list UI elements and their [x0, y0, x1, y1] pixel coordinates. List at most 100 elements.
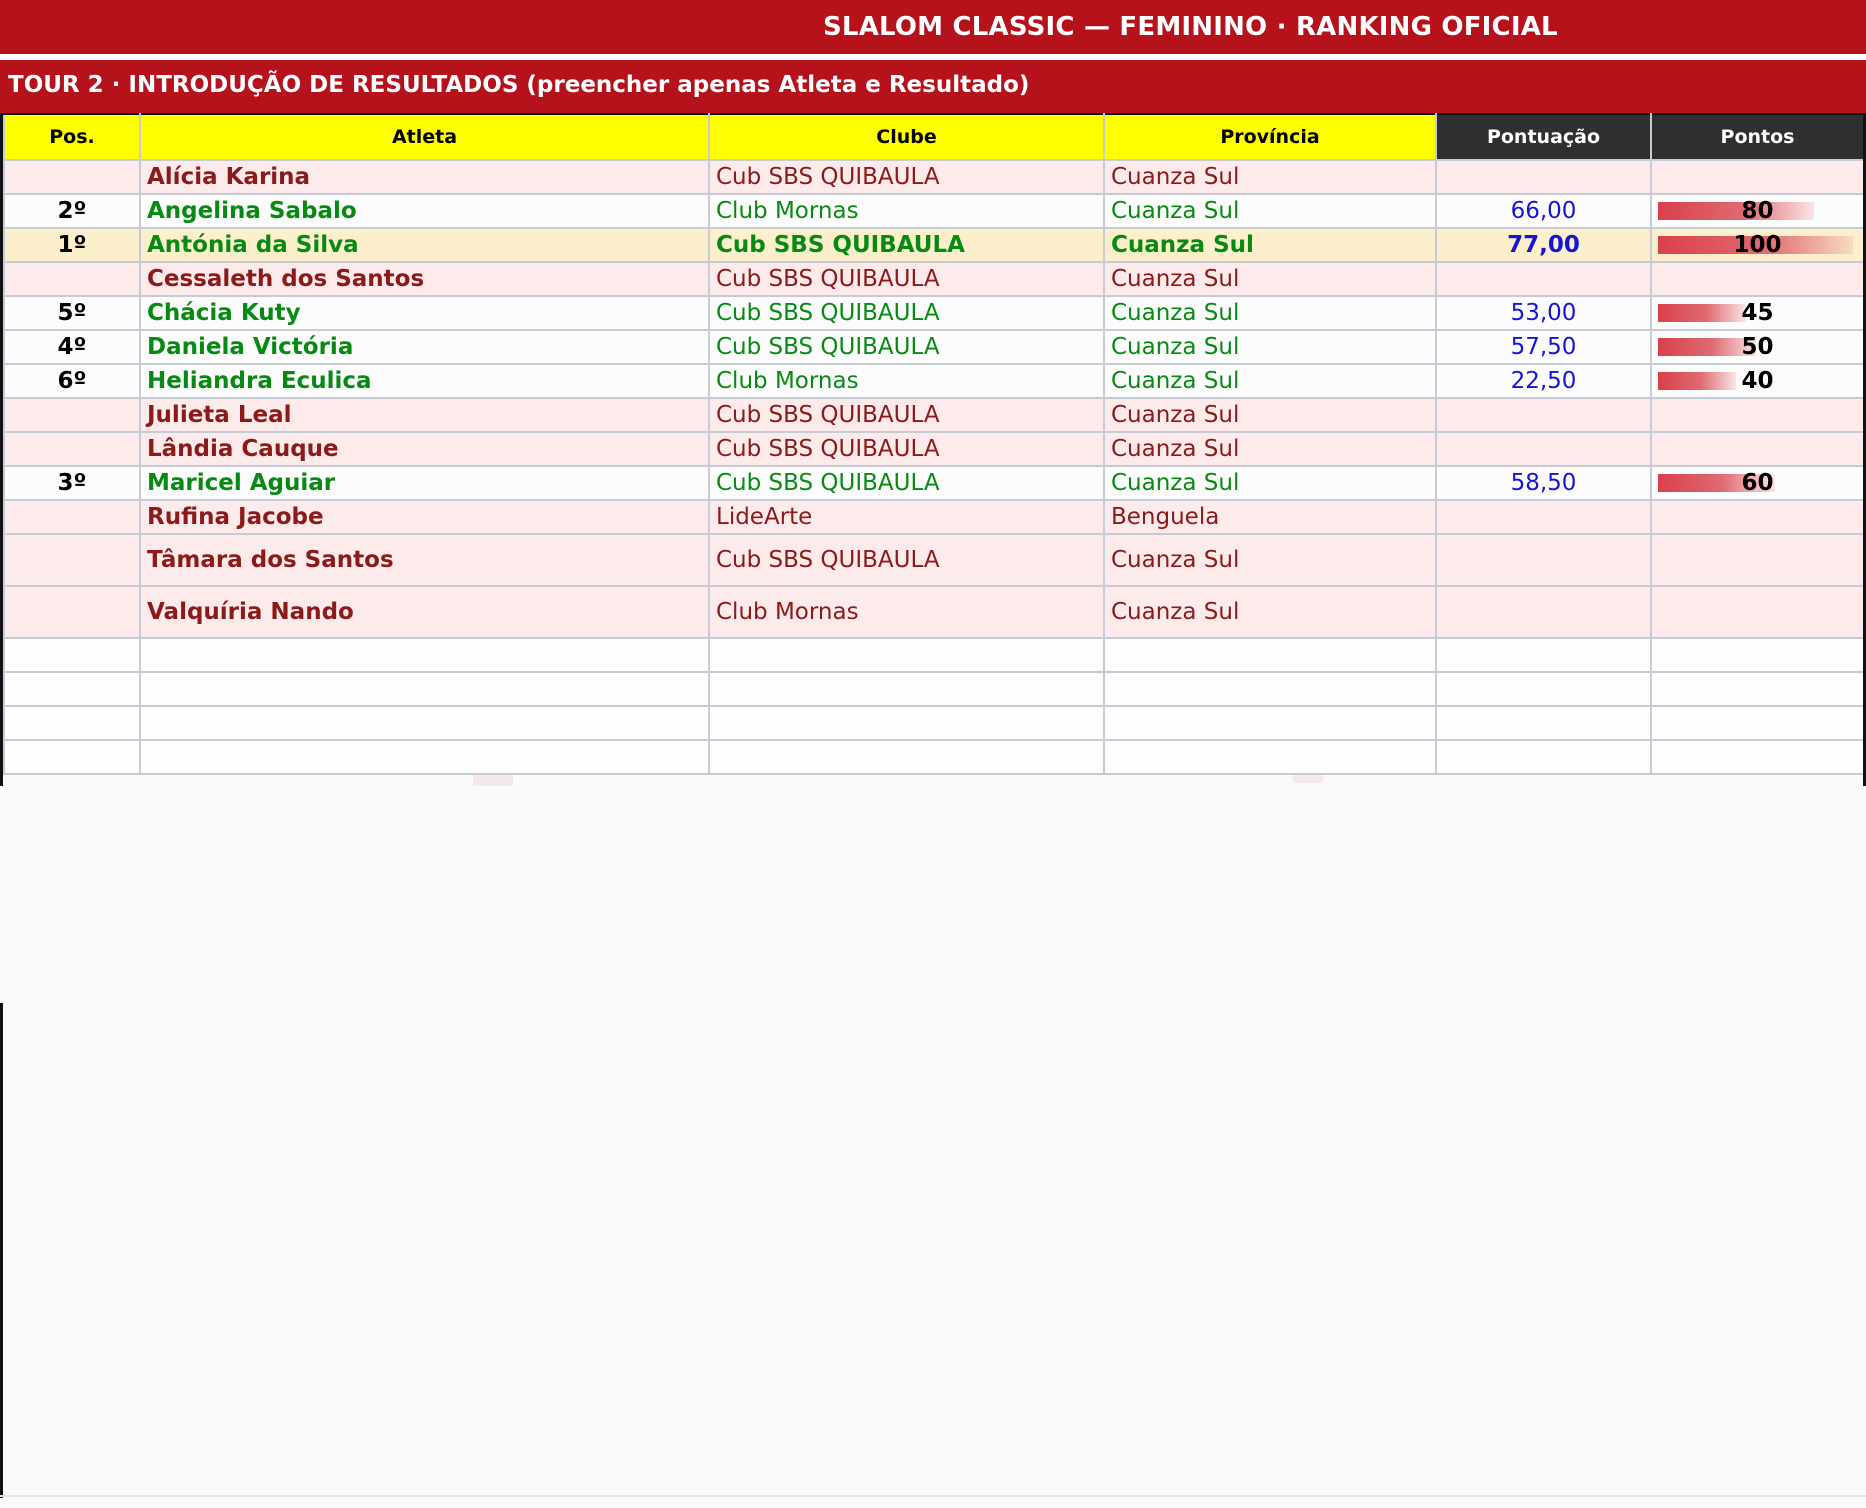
- club-cell[interactable]: Club Mornas: [708, 193, 1105, 229]
- points-cell[interactable]: [1650, 533, 1863, 587]
- pos-cell[interactable]: 3º: [3, 465, 141, 501]
- province-cell[interactable]: Cuanza Sul: [1103, 227, 1437, 263]
- club-cell[interactable]: LideArte: [708, 499, 1105, 535]
- empty-cell[interactable]: [1650, 637, 1863, 673]
- empty-cell[interactable]: [1103, 671, 1437, 707]
- province-cell[interactable]: Cuanza Sul: [1103, 533, 1437, 587]
- province-cell[interactable]: Cuanza Sul: [1103, 329, 1437, 365]
- club-cell[interactable]: Cub SBS QUIBAULA: [708, 261, 1105, 297]
- table-row[interactable]: Lândia Cauque Cub SBS QUIBAULA Cuanza Sul: [3, 431, 1863, 467]
- points-cell[interactable]: [1650, 261, 1863, 297]
- athlete-cell[interactable]: Cessaleth dos Santos: [139, 261, 710, 297]
- score-cell[interactable]: [1435, 585, 1652, 639]
- column-header-province[interactable]: Província: [1103, 113, 1437, 161]
- pos-cell[interactable]: [3, 585, 141, 639]
- table-row[interactable]: 5º Chácia Kuty Cub SBS QUIBAULA Cuanza Sul 5…: [3, 295, 1863, 331]
- table-row[interactable]: Rufina Jacobe LideArte Benguela: [3, 499, 1863, 535]
- column-header-score[interactable]: Pontuação: [1435, 113, 1652, 161]
- points-cell[interactable]: 40: [1650, 363, 1863, 399]
- points-cell[interactable]: 45: [1650, 295, 1863, 331]
- table-row[interactable]: 6º Heliandra Eculica Club Mornas Cuanza Sul…: [3, 363, 1863, 399]
- empty-cell[interactable]: [1435, 637, 1652, 673]
- province-cell[interactable]: Cuanza Sul: [1103, 431, 1437, 467]
- pos-cell[interactable]: 5º: [3, 295, 141, 331]
- empty-cell[interactable]: [1650, 671, 1863, 707]
- club-cell[interactable]: Cub SBS QUIBAULA: [708, 533, 1105, 587]
- empty-cell[interactable]: [3, 671, 141, 707]
- empty-cell[interactable]: [1435, 739, 1652, 775]
- pos-cell[interactable]: [3, 533, 141, 587]
- column-header-pos[interactable]: Pos.: [3, 113, 141, 161]
- empty-cell[interactable]: [1650, 705, 1863, 741]
- table-row[interactable]: Valquíria Nando Club Mornas Cuanza Sul: [3, 585, 1863, 639]
- table-row[interactable]: Julieta Leal Cub SBS QUIBAULA Cuanza Sul: [3, 397, 1863, 433]
- pos-cell[interactable]: 1º: [3, 227, 141, 263]
- pos-cell[interactable]: [3, 261, 141, 297]
- table-row[interactable]: 2º Angelina Sabalo Club Mornas Cuanza Sul 66…: [3, 193, 1863, 229]
- club-cell[interactable]: Club Mornas: [708, 363, 1105, 399]
- score-cell[interactable]: [1435, 159, 1652, 195]
- empty-row[interactable]: [3, 705, 1863, 741]
- table-row[interactable]: 1º Antónia da Silva Cub SBS QUIBAULA Cuanza…: [3, 227, 1863, 263]
- pos-cell[interactable]: 6º: [3, 363, 141, 399]
- empty-row[interactable]: [3, 739, 1863, 775]
- empty-cell[interactable]: [139, 739, 710, 775]
- province-cell[interactable]: Benguela: [1103, 499, 1437, 535]
- score-cell[interactable]: [1435, 499, 1652, 535]
- column-header-athlete[interactable]: Atleta: [139, 113, 710, 161]
- province-cell[interactable]: Cuanza Sul: [1103, 397, 1437, 433]
- athlete-cell[interactable]: Maricel Aguiar: [139, 465, 710, 501]
- empty-cell[interactable]: [708, 705, 1105, 741]
- points-cell[interactable]: [1650, 159, 1863, 195]
- points-cell[interactable]: [1650, 431, 1863, 467]
- province-cell[interactable]: Cuanza Sul: [1103, 585, 1437, 639]
- empty-cell[interactable]: [708, 637, 1105, 673]
- table-row[interactable]: 3º Maricel Aguiar Cub SBS QUIBAULA Cuanza S…: [3, 465, 1863, 501]
- points-cell[interactable]: 50: [1650, 329, 1863, 365]
- empty-cell[interactable]: [1435, 705, 1652, 741]
- pos-cell[interactable]: [3, 431, 141, 467]
- club-cell[interactable]: Cub SBS QUIBAULA: [708, 329, 1105, 365]
- athlete-cell[interactable]: Julieta Leal: [139, 397, 710, 433]
- score-cell[interactable]: 66,00: [1435, 193, 1652, 229]
- athlete-cell[interactable]: Valquíria Nando: [139, 585, 710, 639]
- pos-cell[interactable]: 4º: [3, 329, 141, 365]
- table-row[interactable]: Tâmara dos Santos Cub SBS QUIBAULA Cuanza …: [3, 533, 1863, 587]
- empty-cell[interactable]: [139, 637, 710, 673]
- table-row[interactable]: Alícia Karina Cub SBS QUIBAULA Cuanza Sul: [3, 159, 1863, 195]
- club-cell[interactable]: Cub SBS QUIBAULA: [708, 227, 1105, 263]
- score-cell[interactable]: 58,50: [1435, 465, 1652, 501]
- athlete-cell[interactable]: Heliandra Eculica: [139, 363, 710, 399]
- athlete-cell[interactable]: Chácia Kuty: [139, 295, 710, 331]
- empty-row[interactable]: [3, 671, 1863, 707]
- score-cell[interactable]: 77,00: [1435, 227, 1652, 263]
- club-cell[interactable]: Club Mornas: [708, 585, 1105, 639]
- points-cell[interactable]: 80: [1650, 193, 1863, 229]
- empty-cell[interactable]: [708, 739, 1105, 775]
- points-cell[interactable]: [1650, 585, 1863, 639]
- province-cell[interactable]: Cuanza Sul: [1103, 465, 1437, 501]
- table-row[interactable]: 4º Daniela Victória Cub SBS QUIBAULA Cuanza…: [3, 329, 1863, 365]
- points-cell[interactable]: [1650, 397, 1863, 433]
- pos-cell[interactable]: 2º: [3, 193, 141, 229]
- empty-cell[interactable]: [708, 671, 1105, 707]
- athlete-cell[interactable]: Angelina Sabalo: [139, 193, 710, 229]
- score-cell[interactable]: [1435, 431, 1652, 467]
- empty-cell[interactable]: [1103, 705, 1437, 741]
- score-cell[interactable]: [1435, 261, 1652, 297]
- pos-cell[interactable]: [3, 499, 141, 535]
- empty-row[interactable]: [3, 637, 1863, 673]
- empty-cell[interactable]: [1650, 739, 1863, 775]
- score-cell[interactable]: 57,50: [1435, 329, 1652, 365]
- score-cell[interactable]: [1435, 533, 1652, 587]
- score-cell[interactable]: [1435, 397, 1652, 433]
- club-cell[interactable]: Cub SBS QUIBAULA: [708, 465, 1105, 501]
- empty-cell[interactable]: [1435, 671, 1652, 707]
- empty-cell[interactable]: [1103, 637, 1437, 673]
- empty-cell[interactable]: [3, 705, 141, 741]
- empty-cell[interactable]: [1103, 739, 1437, 775]
- empty-cell[interactable]: [139, 671, 710, 707]
- points-cell[interactable]: 60: [1650, 465, 1863, 501]
- points-cell[interactable]: 100: [1650, 227, 1863, 263]
- club-cell[interactable]: Cub SBS QUIBAULA: [708, 397, 1105, 433]
